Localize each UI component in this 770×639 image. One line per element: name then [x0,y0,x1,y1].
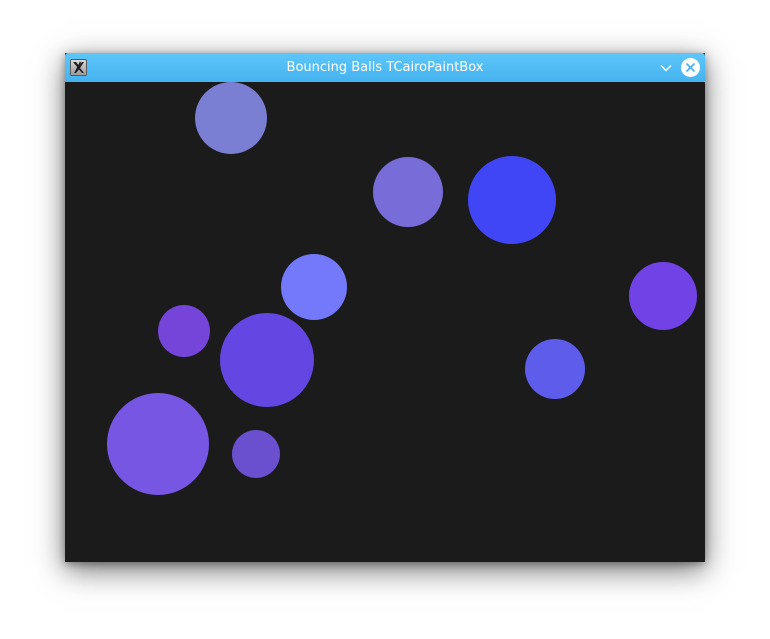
ball [373,157,443,227]
ball [468,156,556,244]
close-button[interactable] [681,58,700,77]
close-icon [685,62,696,73]
cairo-paintbox[interactable] [65,82,705,562]
ball [158,305,210,357]
ball [629,262,697,330]
ball [232,430,280,478]
ball [281,254,347,320]
ball [220,313,314,407]
ball [107,393,209,495]
minimize-button[interactable] [658,60,674,76]
chevron-down-icon [660,65,672,72]
ball [195,82,267,154]
ball [525,339,585,399]
window-title: Bouncing Balls TCairoPaintBox [286,60,484,75]
app-window: Bouncing Balls TCairoPaintBox [65,53,705,562]
title-bar[interactable]: Bouncing Balls TCairoPaintBox [65,53,705,82]
